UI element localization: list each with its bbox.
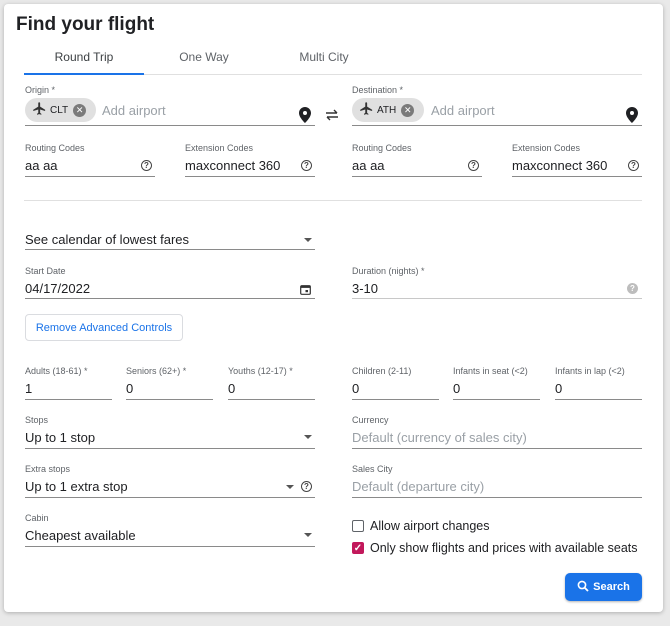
chevron-down-icon[interactable] bbox=[304, 533, 312, 537]
search-button-label: Search bbox=[593, 581, 630, 593]
extension-codes-input[interactable]: maxconnect 360 bbox=[185, 158, 280, 173]
search-icon bbox=[577, 580, 589, 595]
destination-add-airport[interactable]: Add airport bbox=[431, 103, 495, 118]
routing-codes-underline bbox=[352, 176, 482, 177]
currency-underline bbox=[352, 448, 642, 449]
routing-codes-underline bbox=[25, 176, 155, 177]
children-input[interactable]: 0 bbox=[352, 381, 359, 396]
destination-chip[interactable]: ATH ✕ bbox=[352, 98, 424, 122]
routing-codes-input[interactable]: aa aa bbox=[25, 158, 58, 173]
infants-lap-underline bbox=[555, 399, 642, 400]
infants-seat-underline bbox=[453, 399, 540, 400]
allow-airport-changes-checkbox[interactable] bbox=[352, 520, 364, 532]
extra-stops-select[interactable]: Up to 1 extra stop bbox=[25, 479, 128, 494]
destination-label: Destination * bbox=[352, 85, 404, 95]
extension-codes-label: Extension Codes bbox=[185, 143, 254, 153]
section-divider bbox=[24, 200, 642, 201]
cabin-underline bbox=[25, 546, 315, 547]
children-underline bbox=[352, 399, 439, 400]
stops-select[interactable]: Up to 1 stop bbox=[25, 430, 95, 445]
children-label: Children (2-11) bbox=[352, 366, 412, 376]
help-icon[interactable]: ? bbox=[628, 160, 639, 171]
stops-label: Stops bbox=[25, 415, 49, 425]
extension-codes-label: Extension Codes bbox=[512, 143, 581, 153]
youths-label: Youths (12-17) * bbox=[228, 366, 293, 376]
origin-add-airport[interactable]: Add airport bbox=[102, 103, 166, 118]
flight-search-card: Find your flight Round Trip One Way Mult… bbox=[4, 4, 663, 612]
help-icon[interactable]: ? bbox=[301, 160, 312, 171]
origin-chip[interactable]: CLT ✕ bbox=[25, 98, 96, 122]
cabin-select[interactable]: Cheapest available bbox=[25, 528, 136, 543]
seniors-underline bbox=[126, 399, 213, 400]
tab-one-way[interactable]: One Way bbox=[144, 50, 264, 64]
seniors-input[interactable]: 0 bbox=[126, 381, 133, 396]
adults-input[interactable]: 1 bbox=[25, 381, 32, 396]
youths-input[interactable]: 0 bbox=[228, 381, 235, 396]
infants-lap-label: Infants in lap (<2) bbox=[555, 366, 625, 376]
stops-underline bbox=[25, 448, 315, 449]
only-available-seats-label: Only show flights and prices with availa… bbox=[370, 541, 638, 555]
help-icon[interactable]: ? bbox=[301, 481, 312, 492]
sales-city-label: Sales City bbox=[352, 464, 393, 474]
help-icon[interactable]: ? bbox=[141, 160, 152, 171]
routing-codes-label: Routing Codes bbox=[25, 143, 85, 153]
remove-chip-icon[interactable]: ✕ bbox=[73, 103, 87, 117]
help-icon[interactable]: ? bbox=[627, 283, 638, 294]
routing-codes-label: Routing Codes bbox=[352, 143, 412, 153]
airplane-icon bbox=[32, 101, 47, 119]
extension-codes-underline bbox=[512, 176, 642, 177]
airplane-icon bbox=[359, 101, 374, 119]
remove-chip-icon[interactable]: ✕ bbox=[401, 103, 415, 117]
seniors-label: Seniors (62+) * bbox=[126, 366, 187, 376]
duration-underline bbox=[352, 298, 642, 299]
page-title: Find your flight bbox=[16, 14, 155, 35]
search-button[interactable]: Search bbox=[565, 573, 642, 601]
extra-stops-label: Extra stops bbox=[25, 464, 71, 474]
calendar-select-underline bbox=[25, 249, 315, 250]
sales-city-input[interactable]: Default (departure city) bbox=[352, 479, 484, 494]
currency-label: Currency bbox=[352, 415, 389, 425]
adults-underline bbox=[25, 399, 112, 400]
extension-codes-underline bbox=[185, 176, 315, 177]
chevron-down-icon[interactable] bbox=[304, 238, 312, 242]
start-date-label: Start Date bbox=[25, 266, 66, 276]
tab-round-trip[interactable]: Round Trip bbox=[24, 50, 144, 64]
start-date-input[interactable]: 04/17/2022 bbox=[25, 281, 90, 296]
extension-codes-input[interactable]: maxconnect 360 bbox=[512, 158, 607, 173]
infants-seat-input[interactable]: 0 bbox=[453, 381, 460, 396]
duration-input[interactable]: 3-10 bbox=[352, 281, 378, 296]
currency-input[interactable]: Default (currency of sales city) bbox=[352, 430, 527, 445]
destination-chip-code: ATH bbox=[377, 104, 397, 116]
cabin-label: Cabin bbox=[25, 513, 49, 523]
help-icon[interactable]: ? bbox=[468, 160, 479, 171]
chevron-down-icon[interactable] bbox=[304, 435, 312, 439]
chevron-down-icon[interactable] bbox=[286, 485, 294, 489]
routing-codes-input[interactable]: aa aa bbox=[352, 158, 385, 173]
sales-city-underline bbox=[352, 497, 642, 498]
extra-stops-underline bbox=[25, 497, 315, 498]
infants-seat-label: Infants in seat (<2) bbox=[453, 366, 528, 376]
youths-underline bbox=[228, 399, 315, 400]
infants-lap-input[interactable]: 0 bbox=[555, 381, 562, 396]
origin-label: Origin * bbox=[25, 85, 56, 95]
swap-arrows-icon[interactable] bbox=[325, 108, 339, 126]
tab-multi-city[interactable]: Multi City bbox=[264, 50, 384, 64]
allow-airport-changes-label: Allow airport changes bbox=[370, 519, 490, 533]
remove-advanced-controls-button[interactable]: Remove Advanced Controls bbox=[25, 314, 183, 341]
origin-chip-code: CLT bbox=[50, 104, 69, 116]
calendar-select[interactable]: See calendar of lowest fares bbox=[25, 232, 189, 247]
only-available-seats-checkbox[interactable]: ✓ bbox=[352, 542, 364, 554]
destination-underline bbox=[352, 125, 642, 126]
duration-label: Duration (nights) * bbox=[352, 266, 425, 276]
start-date-underline bbox=[25, 298, 315, 299]
origin-underline bbox=[25, 125, 315, 126]
adults-label: Adults (18-61) * bbox=[25, 366, 88, 376]
active-tab-indicator bbox=[24, 73, 144, 75]
